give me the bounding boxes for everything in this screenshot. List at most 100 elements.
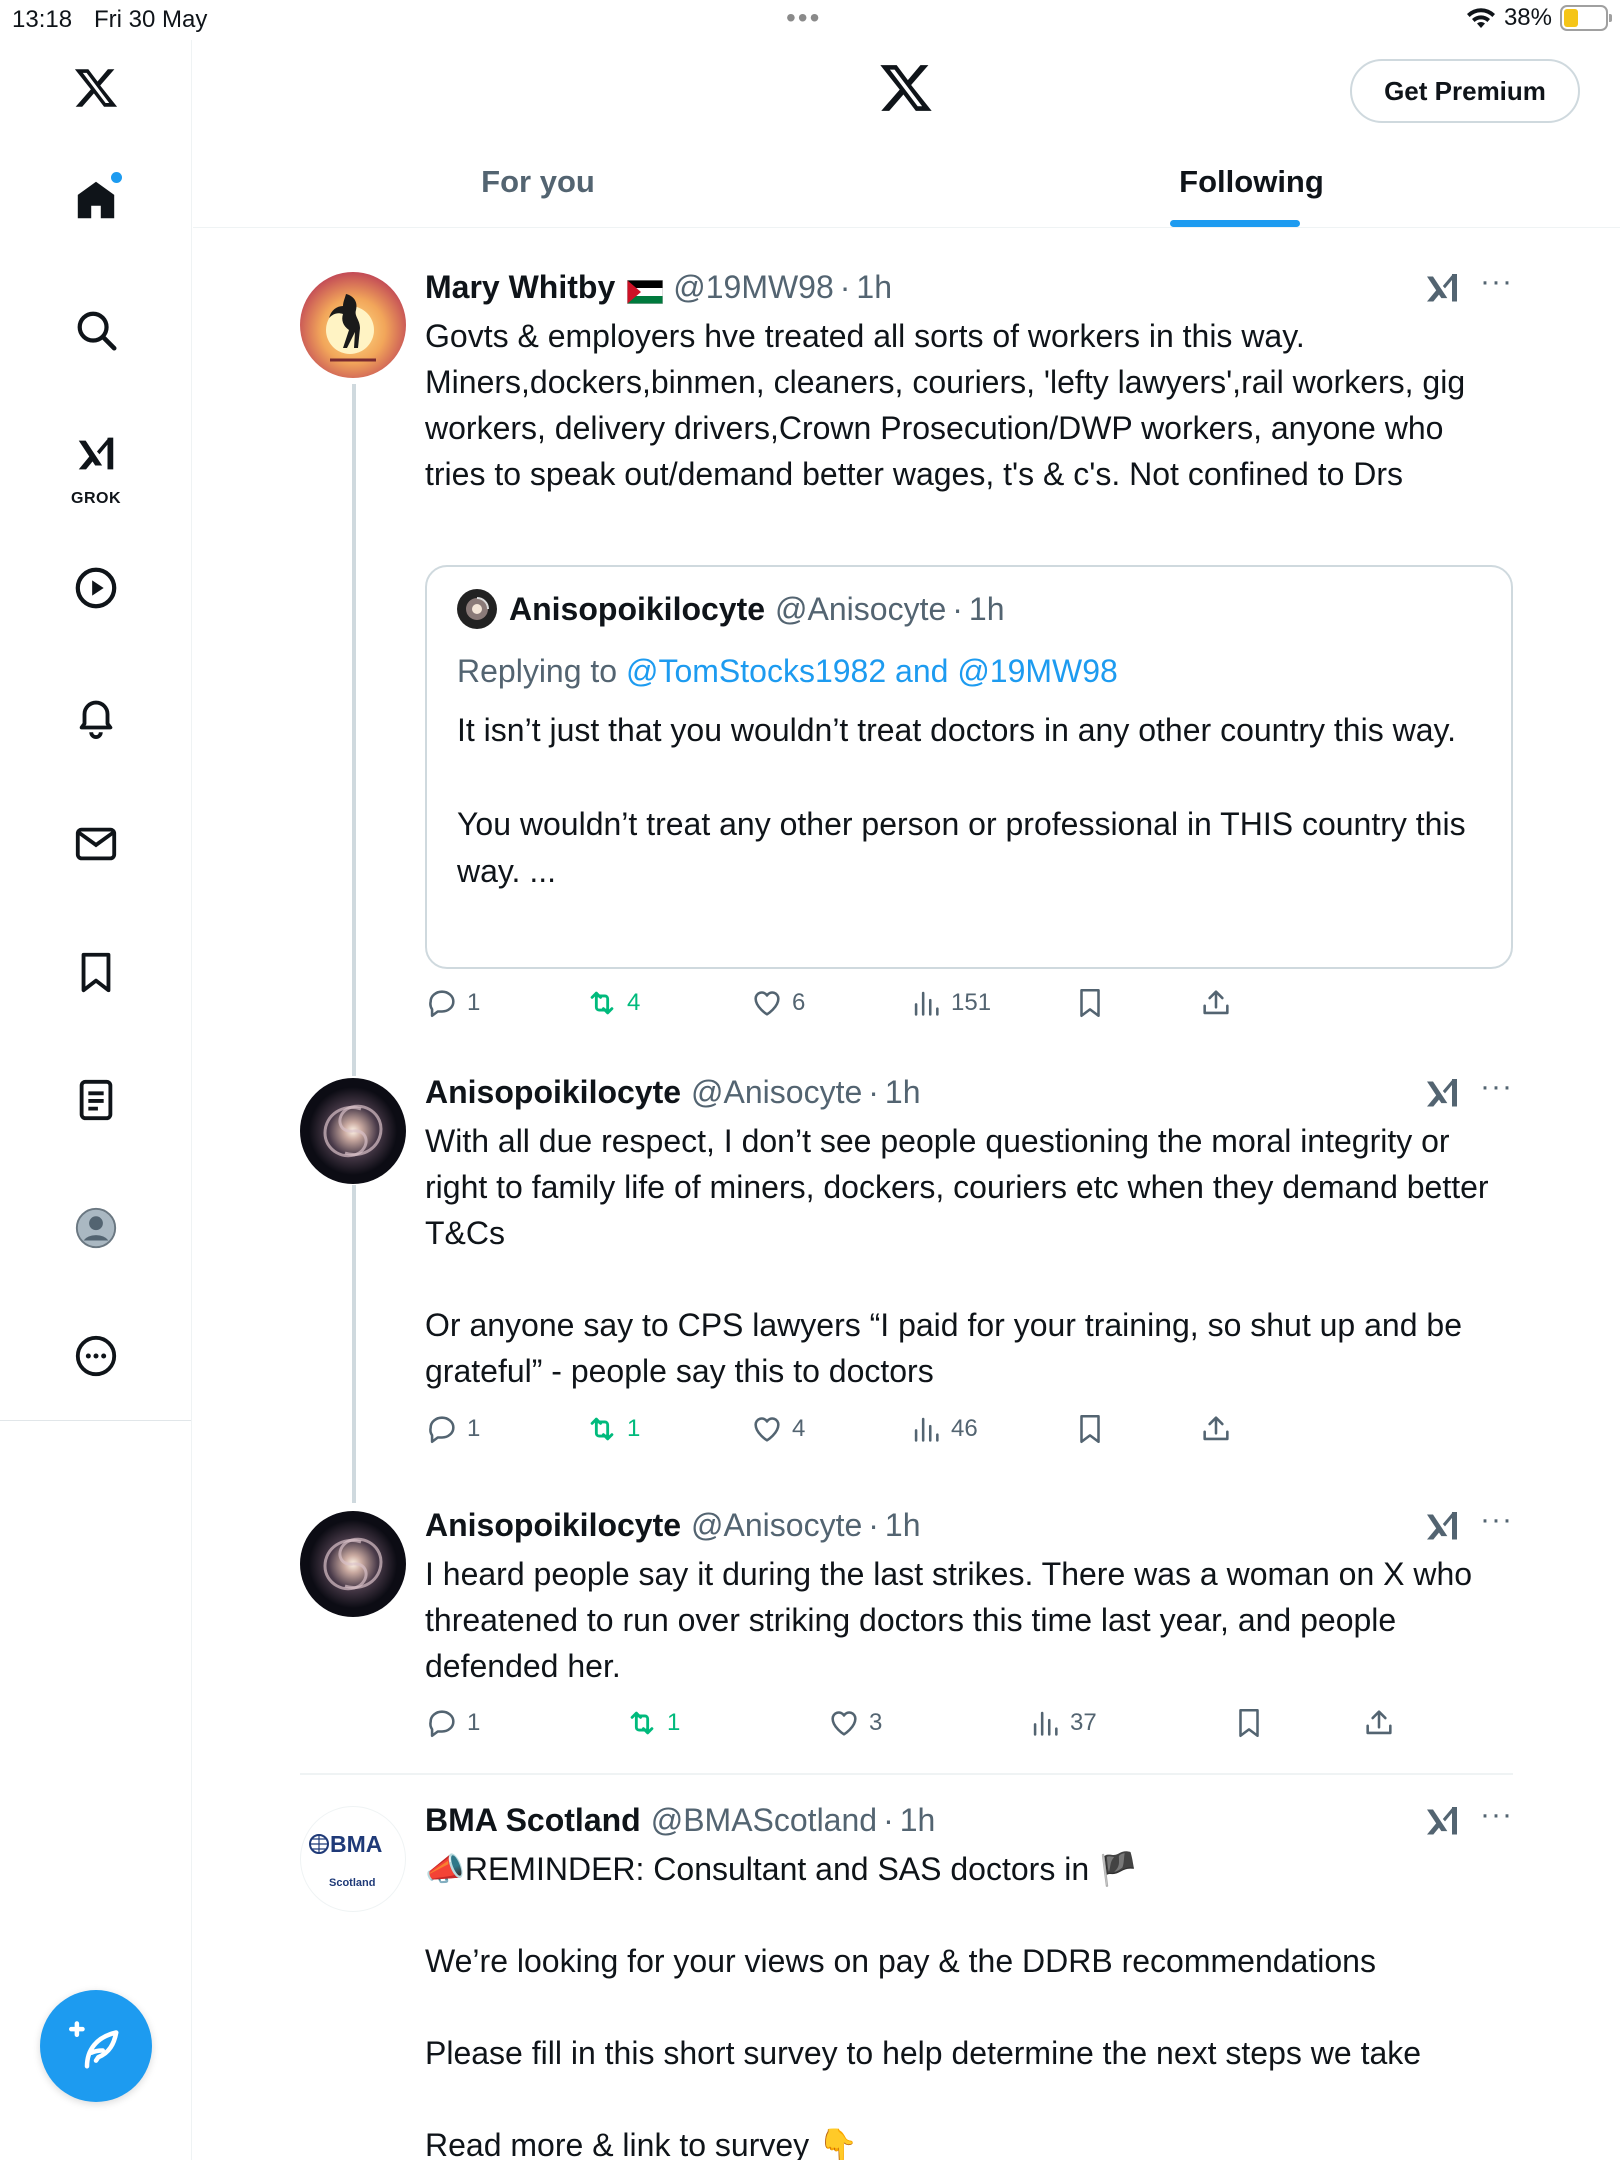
handle[interactable]: @BMAScotland <box>651 1802 877 1839</box>
quote-timestamp: 1h <box>968 590 1005 627</box>
avatar[interactable] <box>300 1511 406 1617</box>
bell-icon[interactable] <box>56 676 136 756</box>
timestamp[interactable]: 1h <box>885 1074 921 1111</box>
more-options-icon[interactable]: ··· <box>1480 1070 1513 1104</box>
tweet-actions: 1 1 3 37 <box>425 1706 1525 1746</box>
bookmark-icon[interactable] <box>56 932 136 1012</box>
avatar[interactable] <box>300 1078 406 1184</box>
tab-following[interactable]: Following <box>883 136 1620 228</box>
notification-dot <box>111 172 122 183</box>
list-icon[interactable] <box>56 1060 136 1140</box>
reply-count: 1 <box>467 989 481 1016</box>
share-button[interactable] <box>1199 1412 1233 1446</box>
handle[interactable]: @Anisocyte <box>691 1074 862 1111</box>
multitask-dots-icon[interactable]: ••• <box>786 2 821 34</box>
quote-display-name: Anisopoikilocyte <box>509 590 766 627</box>
like-count: 6 <box>792 989 806 1016</box>
compose-feather-icon <box>69 2021 119 2069</box>
replying-to: Replying to @TomStocks1982 and @19MW98 <box>457 653 1118 690</box>
grok-icon[interactable]: GROK <box>56 418 136 514</box>
dot-separator: · <box>952 590 963 627</box>
profile-icon[interactable] <box>56 1188 136 1268</box>
tweet-actions: 1 4 6 151 <box>425 986 1525 1026</box>
mail-icon[interactable] <box>56 804 136 884</box>
tweet[interactable]: Anisopoikilocyte @Anisocyte · 1h ··· Wit… <box>300 1070 1513 1430</box>
like-button[interactable]: 4 <box>750 1412 805 1446</box>
home-icon[interactable] <box>56 160 136 240</box>
bookmark-button[interactable] <box>1073 1412 1107 1446</box>
handle[interactable]: @Anisocyte <box>691 1507 862 1544</box>
display-name[interactable]: Mary Whitby <box>425 269 615 306</box>
view-count: 37 <box>1070 1709 1097 1736</box>
tab-for-you[interactable]: For you <box>193 136 883 228</box>
views-button[interactable]: 46 <box>909 1412 978 1446</box>
repost-button[interactable]: 1 <box>625 1706 680 1740</box>
replying-to-mentions[interactable]: @TomStocks1982 and @19MW98 <box>626 653 1118 689</box>
video-icon[interactable] <box>56 548 136 628</box>
grok-icon[interactable] <box>1422 1507 1462 1547</box>
timestamp[interactable]: 1h <box>900 1802 936 1839</box>
display-name[interactable]: BMA Scotland <box>425 1802 641 1839</box>
dot-separator: · <box>883 1801 894 1838</box>
tweet[interactable]: BMA Scotland BMA Scotland @BMAScotland ·… <box>300 1798 1513 2160</box>
bookmark-icon <box>1239 1708 1259 1738</box>
views-chart-icon <box>914 991 939 1016</box>
heart-icon <box>831 1711 857 1736</box>
reply-button[interactable]: 1 <box>425 1412 480 1446</box>
timeline-header: Get Premium For you Following <box>193 40 1620 228</box>
bookmark-button[interactable] <box>1073 986 1107 1020</box>
repost-icon <box>590 1417 614 1441</box>
like-button[interactable]: 6 <box>750 986 805 1020</box>
display-name[interactable]: Anisopoikilocyte <box>425 1074 681 1111</box>
repost-button[interactable]: 1 <box>585 1412 640 1446</box>
more-options-icon[interactable]: ··· <box>1480 1503 1513 1537</box>
share-button[interactable] <box>1199 986 1233 1020</box>
more-icon[interactable] <box>56 1316 136 1396</box>
tweet-header: Anisopoikilocyte @Anisocyte · 1h <box>425 1070 921 1114</box>
like-button[interactable]: 3 <box>827 1706 882 1740</box>
compose-post-button[interactable] <box>40 1990 152 2102</box>
repost-button[interactable]: 4 <box>585 986 640 1020</box>
repost-icon <box>590 991 614 1015</box>
reply-count: 1 <box>467 1415 481 1442</box>
more-options-icon[interactable]: ··· <box>1480 1798 1513 1832</box>
tweet-text: I heard people say it during the last st… <box>425 1556 1481 1684</box>
share-icon <box>1203 1416 1229 1441</box>
grok-icon[interactable] <box>1422 269 1462 309</box>
quoted-tweet[interactable]: Anisopoikilocyte @Anisocyte · 1h Replyin… <box>425 565 1513 969</box>
replying-to-label: Replying to <box>457 653 618 689</box>
more-options-icon[interactable]: ··· <box>1480 265 1513 299</box>
bookmark-button[interactable] <box>1232 1706 1266 1740</box>
x-logo[interactable] <box>56 48 136 128</box>
x-logo-icon[interactable] <box>878 60 934 116</box>
share-button[interactable] <box>1362 1706 1396 1740</box>
views-chart-icon <box>914 1417 939 1442</box>
share-icon <box>1203 990 1229 1015</box>
views-button[interactable]: 151 <box>909 986 991 1020</box>
grok-icon[interactable] <box>1422 1074 1462 1114</box>
quote-handle: @Anisocyte <box>775 590 947 627</box>
avatar[interactable]: BMA Scotland <box>300 1806 406 1912</box>
search-icon[interactable] <box>56 290 136 370</box>
avatar[interactable] <box>300 272 406 378</box>
get-premium-button[interactable]: Get Premium <box>1350 59 1580 123</box>
handle[interactable]: @19MW98 <box>673 269 834 306</box>
timestamp[interactable]: 1h <box>856 269 892 306</box>
tweet-text: With all due respect, I don’t see people… <box>425 1123 1489 1389</box>
views-button[interactable]: 37 <box>1028 1706 1097 1740</box>
reply-icon <box>429 1710 455 1738</box>
reply-button[interactable]: 1 <box>425 986 480 1020</box>
tweet-text: Govts & employers hve treated all sorts … <box>425 318 1475 492</box>
tweet-divider <box>300 1773 1513 1775</box>
timestamp[interactable]: 1h <box>885 1507 921 1544</box>
view-count: 46 <box>951 1415 978 1442</box>
wifi-icon <box>1466 8 1495 28</box>
repost-count: 1 <box>627 1415 641 1442</box>
quote-header: Anisopoikilocyte @Anisocyte · 1h <box>457 589 1005 629</box>
reply-button[interactable]: 1 <box>425 1706 480 1740</box>
display-name[interactable]: Anisopoikilocyte <box>425 1507 681 1544</box>
status-date: Fri 30 May <box>94 6 208 33</box>
grok-icon[interactable] <box>1422 1802 1462 1842</box>
tweet-text: 📣REMINDER: Consultant and SAS doctors in… <box>425 1851 1422 2160</box>
reply-count: 1 <box>467 1709 481 1736</box>
